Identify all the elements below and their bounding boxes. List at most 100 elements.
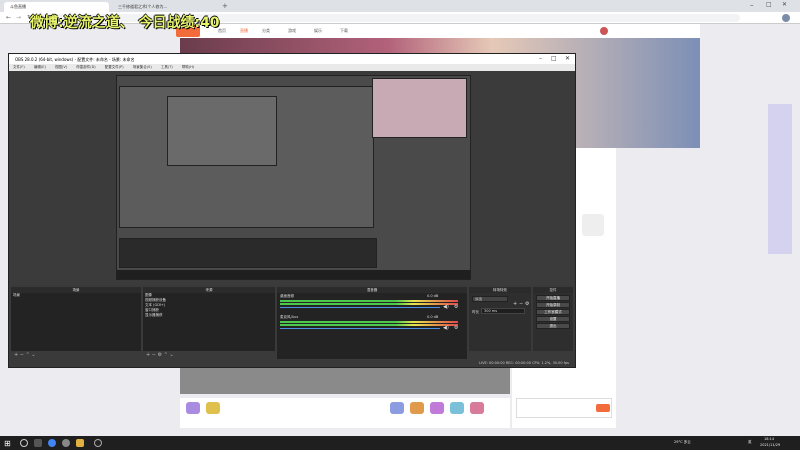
duration-input[interactable]: 300 ms	[481, 308, 525, 314]
weather-text[interactable]: 29°C 多云	[674, 440, 691, 445]
nav-link[interactable]: 游戏	[288, 28, 296, 34]
move-down-icon[interactable]: ⌄	[169, 352, 173, 358]
obs-menubar: 文件(F) 编辑(E) 视图(V) 停靠部件(D) 配置文件(P) 场景集合(S…	[9, 64, 575, 71]
add-icon[interactable]: +	[513, 301, 517, 307]
nested-taskbar	[117, 270, 470, 279]
duration-label: 时长	[472, 310, 479, 314]
browser-tab[interactable]: 斗鱼直播	[4, 2, 109, 12]
channel-name: 麦克风/Aux	[280, 315, 299, 319]
add-icon[interactable]: +	[146, 352, 150, 358]
gift-icon[interactable]	[470, 402, 484, 414]
app-icon[interactable]	[62, 439, 70, 447]
move-down-icon[interactable]: ⌄	[31, 352, 35, 358]
source-item[interactable]: 显示器捕获	[143, 313, 275, 318]
task-view-icon[interactable]	[34, 439, 42, 447]
browser-tab-bar: 斗鱼直播 三千修道君之术(个人修为... + – □ ✕	[0, 0, 800, 12]
maximize-icon[interactable]: □	[766, 1, 772, 8]
speaker-icon[interactable]: ◀)	[443, 304, 449, 310]
gear-icon[interactable]: ⚙	[158, 352, 162, 358]
move-up-icon[interactable]: ⌃	[164, 352, 168, 358]
volume-meter	[280, 324, 458, 326]
remove-icon[interactable]: −	[519, 301, 523, 307]
transitions-panel: 淡出 + − ⚙ 时长 300 ms	[469, 293, 531, 351]
volume-meter	[280, 303, 458, 305]
gear-icon[interactable]: ⚙	[454, 325, 458, 331]
menu-help[interactable]: 帮助(H)	[182, 65, 194, 69]
ime-indicator[interactable]: 英	[748, 440, 752, 445]
menu-file[interactable]: 文件(F)	[13, 65, 25, 69]
exit-button[interactable]: 退出	[536, 323, 570, 329]
scene-item[interactable]: 场景	[11, 293, 141, 298]
close-icon[interactable]: ✕	[782, 1, 787, 8]
site-nav: 首页 直播 分类 游戏 娱乐 下载	[176, 24, 700, 38]
user-avatar[interactable]	[600, 27, 608, 35]
nested-docks	[119, 238, 377, 268]
profile-avatar[interactable]	[782, 14, 790, 22]
volume-meter	[280, 300, 458, 302]
clock-date[interactable]: 2021/11/29	[760, 443, 780, 447]
start-recording-button[interactable]: 开始录制	[536, 302, 570, 308]
chrome-icon[interactable]	[48, 439, 56, 447]
obs-icon[interactable]	[94, 439, 102, 447]
remove-icon[interactable]: −	[20, 352, 24, 358]
back-icon[interactable]: ←	[6, 14, 11, 21]
studio-mode-button[interactable]: 工作室模式	[536, 309, 570, 315]
channel-level: 0.0 dB	[427, 294, 439, 298]
nested-banner	[372, 78, 467, 138]
menu-profile[interactable]: 配置文件(P)	[105, 65, 124, 69]
maximize-icon[interactable]: □	[551, 55, 557, 62]
volume-slider[interactable]	[280, 328, 440, 329]
gift-icon[interactable]	[450, 402, 464, 414]
taskbar: ⊞ 29°C 多云 英 18:14 2021/11/29	[0, 436, 800, 450]
nav-link[interactable]: 直播	[240, 28, 248, 34]
send-button[interactable]	[596, 404, 610, 412]
preview-canvas	[116, 75, 471, 280]
browser-tab[interactable]: 三千修道君之术(个人修为...	[112, 2, 217, 12]
nav-link[interactable]: 下载	[340, 28, 348, 34]
nested-capture	[167, 96, 277, 166]
gear-icon[interactable]: ⚙	[454, 304, 458, 310]
minimize-icon[interactable]: –	[750, 1, 754, 9]
obs-window: OBS 28.0.2 (64-bit, windows) - 配置文件: 未命名…	[8, 53, 576, 368]
folder-icon[interactable]	[76, 439, 84, 447]
nav-link[interactable]: 娱乐	[314, 28, 322, 34]
scenes-toolbar: + − ⌃ ⌄	[11, 352, 141, 358]
gift-icon[interactable]	[206, 402, 220, 414]
start-streaming-button[interactable]: 开始直播	[536, 295, 570, 301]
side-ads[interactable]	[768, 104, 792, 254]
transition-select[interactable]: 淡出	[472, 296, 508, 302]
sources-list: 图像 视频捕获设备 文本 (GDI+) 窗口捕获 显示器捕获	[143, 293, 275, 351]
gift-icon[interactable]	[582, 214, 604, 236]
minimize-icon[interactable]: –	[539, 55, 542, 62]
close-icon[interactable]: ✕	[565, 55, 570, 62]
search-icon[interactable]	[20, 439, 28, 447]
settings-button[interactable]: 设置	[536, 316, 570, 322]
obs-window-title: OBS 28.0.2 (64-bit, windows) - 配置文件: 未命名…	[15, 57, 135, 62]
clock-time[interactable]: 18:14	[764, 437, 774, 441]
mixer-panel: 桌面音频 0.0 dB ◀) ⚙ 麦克风/Aux 0.0 dB ◀) ⚙	[277, 293, 467, 359]
menu-docks[interactable]: 停靠部件(D)	[76, 65, 95, 69]
menu-tools[interactable]: 工具(T)	[161, 65, 173, 69]
gift-icon[interactable]	[186, 402, 200, 414]
obs-status-bar: LIVE: 00:00:00 REC: 00:00:00 CPU: 1.2%, …	[479, 361, 569, 365]
menu-view[interactable]: 视图(V)	[55, 65, 67, 69]
new-tab-button[interactable]: +	[222, 2, 228, 10]
remove-icon[interactable]: −	[152, 352, 156, 358]
gear-icon[interactable]: ⚙	[525, 301, 529, 307]
nav-link[interactable]: 分类	[262, 28, 270, 34]
overlay-title: 微博:逆流之道、 今日战绩:40	[30, 15, 220, 31]
obs-preview[interactable]	[11, 73, 573, 285]
menu-scene-collection[interactable]: 场景集合(S)	[133, 65, 152, 69]
add-icon[interactable]: +	[14, 352, 18, 358]
gift-icon[interactable]	[410, 402, 424, 414]
channel-level: 0.0 dB	[427, 315, 439, 319]
speaker-icon[interactable]: ◀)	[443, 325, 449, 331]
volume-slider[interactable]	[280, 307, 440, 308]
gift-icon[interactable]	[390, 402, 404, 414]
gift-icon[interactable]	[430, 402, 444, 414]
move-up-icon[interactable]: ⌃	[26, 352, 30, 358]
forward-icon[interactable]: →	[16, 14, 21, 21]
sources-toolbar: + − ⚙ ⌃ ⌄	[143, 352, 275, 358]
windows-start-icon[interactable]: ⊞	[4, 439, 11, 448]
menu-edit[interactable]: 编辑(E)	[34, 65, 46, 69]
